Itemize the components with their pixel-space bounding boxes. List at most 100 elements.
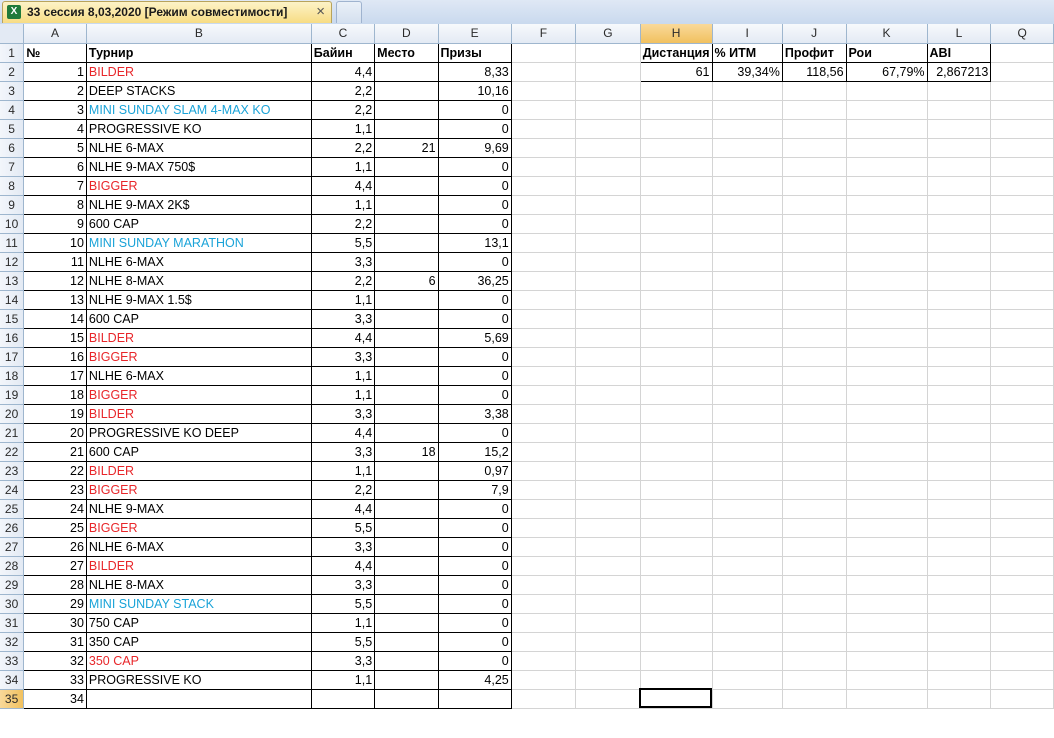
row-header[interactable]: 24 [0,480,25,500]
cell[interactable] [927,689,992,709]
cell[interactable] [846,651,928,671]
cell[interactable] [640,138,713,158]
cell[interactable] [640,100,713,120]
cell[interactable]: 0 [437,517,512,538]
cell[interactable] [575,423,641,443]
row-header[interactable]: 23 [0,461,25,481]
cell[interactable] [640,594,713,614]
cell[interactable] [575,347,641,367]
cell[interactable] [511,233,577,253]
cell[interactable] [374,61,439,82]
row-header[interactable]: 18 [0,366,25,386]
stat-value[interactable]: 118,56 [781,61,847,82]
cell[interactable] [712,480,783,500]
cell[interactable]: 1,1 [310,156,376,177]
tournament-name-cell[interactable]: 750 CAP [85,612,312,633]
cell[interactable]: 13,1 [437,232,512,253]
cell[interactable] [575,575,641,595]
cell[interactable] [990,461,1054,481]
stat-label[interactable]: Профит [781,42,847,63]
tournament-name-cell[interactable]: PROGRESSIVE KO [85,118,312,139]
cell[interactable] [374,650,439,671]
cell[interactable] [712,404,783,424]
cell[interactable] [990,632,1054,652]
cell[interactable]: 1 [23,61,87,82]
cell[interactable] [575,689,641,709]
cell[interactable] [511,499,577,519]
cell[interactable]: 2,2 [310,479,376,500]
cell[interactable]: 8 [23,194,87,215]
cell[interactable] [374,669,439,690]
row-header[interactable]: 20 [0,404,25,424]
cell[interactable] [640,81,713,101]
cell[interactable]: 4,4 [310,498,376,519]
cell[interactable]: 2,2 [310,137,376,158]
cell[interactable]: 3 [23,99,87,120]
cell[interactable] [575,499,641,519]
tournament-name-cell[interactable]: NLHE 8-MAX [85,574,312,595]
cell[interactable] [575,366,641,386]
tournament-name-cell[interactable]: BIGGER [85,175,312,196]
cell[interactable] [575,594,641,614]
cell[interactable] [927,233,992,253]
cell[interactable] [511,176,577,196]
select-all-corner[interactable] [0,24,25,44]
cell[interactable] [640,651,713,671]
cell[interactable] [640,252,713,272]
cell[interactable] [640,366,713,386]
cell[interactable] [782,157,847,177]
cell[interactable] [640,157,713,177]
cell[interactable] [846,499,928,519]
row-header[interactable]: 9 [0,195,25,215]
cell[interactable] [374,384,439,405]
cell[interactable] [640,670,713,690]
stat-value[interactable]: 67,79% [845,61,928,82]
cell[interactable] [640,480,713,500]
cell[interactable] [575,290,641,310]
cell[interactable] [640,214,713,234]
cell[interactable] [990,233,1054,253]
cell[interactable] [846,309,928,329]
cell[interactable] [990,499,1054,519]
cell[interactable] [511,195,577,215]
row-header[interactable]: 29 [0,575,25,595]
cell[interactable] [374,365,439,386]
cell[interactable]: 0 [437,631,512,652]
cell[interactable] [374,517,439,538]
cell[interactable] [846,366,928,386]
cell[interactable] [712,689,783,709]
cell[interactable] [990,252,1054,272]
cell[interactable] [846,575,928,595]
cell[interactable]: 11 [23,251,87,272]
row-header[interactable]: 8 [0,176,25,196]
cell[interactable] [846,271,928,291]
cell[interactable] [990,556,1054,576]
cell[interactable]: 15,2 [437,441,512,462]
cell[interactable] [846,81,928,101]
cell[interactable] [990,613,1054,633]
cell[interactable] [990,651,1054,671]
cell[interactable] [374,346,439,367]
cell[interactable] [575,252,641,272]
cell[interactable] [712,366,783,386]
cell[interactable]: 0 [437,365,512,386]
cell[interactable] [712,575,783,595]
cell[interactable] [640,499,713,519]
cell[interactable] [374,99,439,120]
cell[interactable]: 25 [23,517,87,538]
cell[interactable] [990,214,1054,234]
stat-label[interactable]: Рои [845,42,928,63]
cell[interactable] [575,461,641,481]
cell[interactable] [782,119,847,139]
cell[interactable] [511,480,577,500]
header-cell-tournament[interactable]: Турнир [85,42,312,63]
cell[interactable] [712,100,783,120]
cell[interactable] [374,327,439,348]
cell[interactable] [511,290,577,310]
cell[interactable] [782,632,847,652]
tournament-name-cell[interactable]: NLHE 9-MAX 750$ [85,156,312,177]
cell[interactable] [927,632,992,652]
cell[interactable]: 22 [23,460,87,481]
cell[interactable]: 3,3 [310,650,376,671]
cell[interactable] [575,138,641,158]
